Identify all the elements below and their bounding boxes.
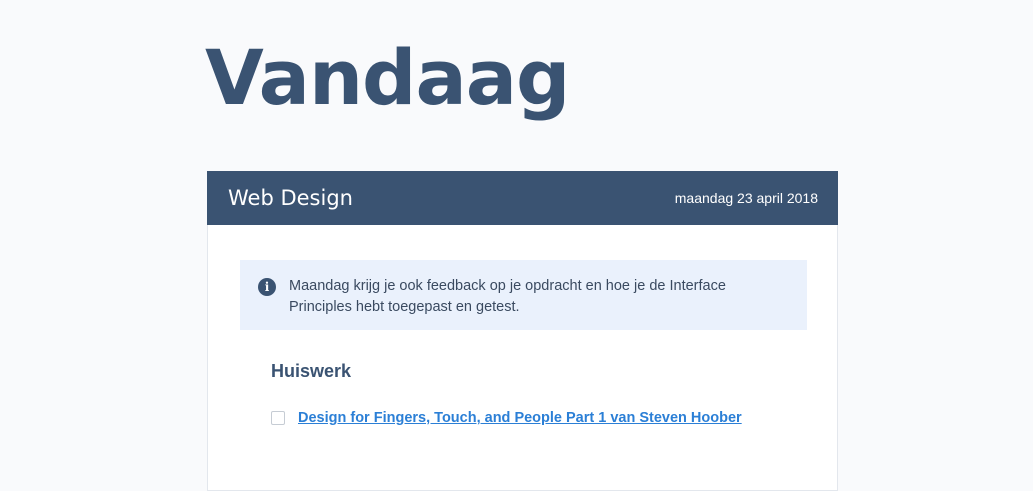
homework-item: Design for Fingers, Touch, and People Pa… [271, 410, 742, 426]
course-card: Web Design maandag 23 april 2018 i Maand… [207, 171, 838, 491]
page-title: Vandaag [205, 33, 570, 122]
info-icon: i [258, 278, 276, 296]
course-title: Web Design [228, 186, 353, 210]
course-date: maandag 23 april 2018 [674, 190, 818, 206]
course-card-header: Web Design maandag 23 april 2018 [207, 171, 838, 225]
notice-text: Maandag krijg je ook feedback op je opdr… [289, 278, 726, 315]
homework-checkbox[interactable] [271, 411, 285, 425]
homework-link[interactable]: Design for Fingers, Touch, and People Pa… [298, 410, 742, 426]
homework-heading: Huiswerk [271, 361, 352, 381]
info-notice: i Maandag krijg je ook feedback op je op… [240, 260, 807, 330]
